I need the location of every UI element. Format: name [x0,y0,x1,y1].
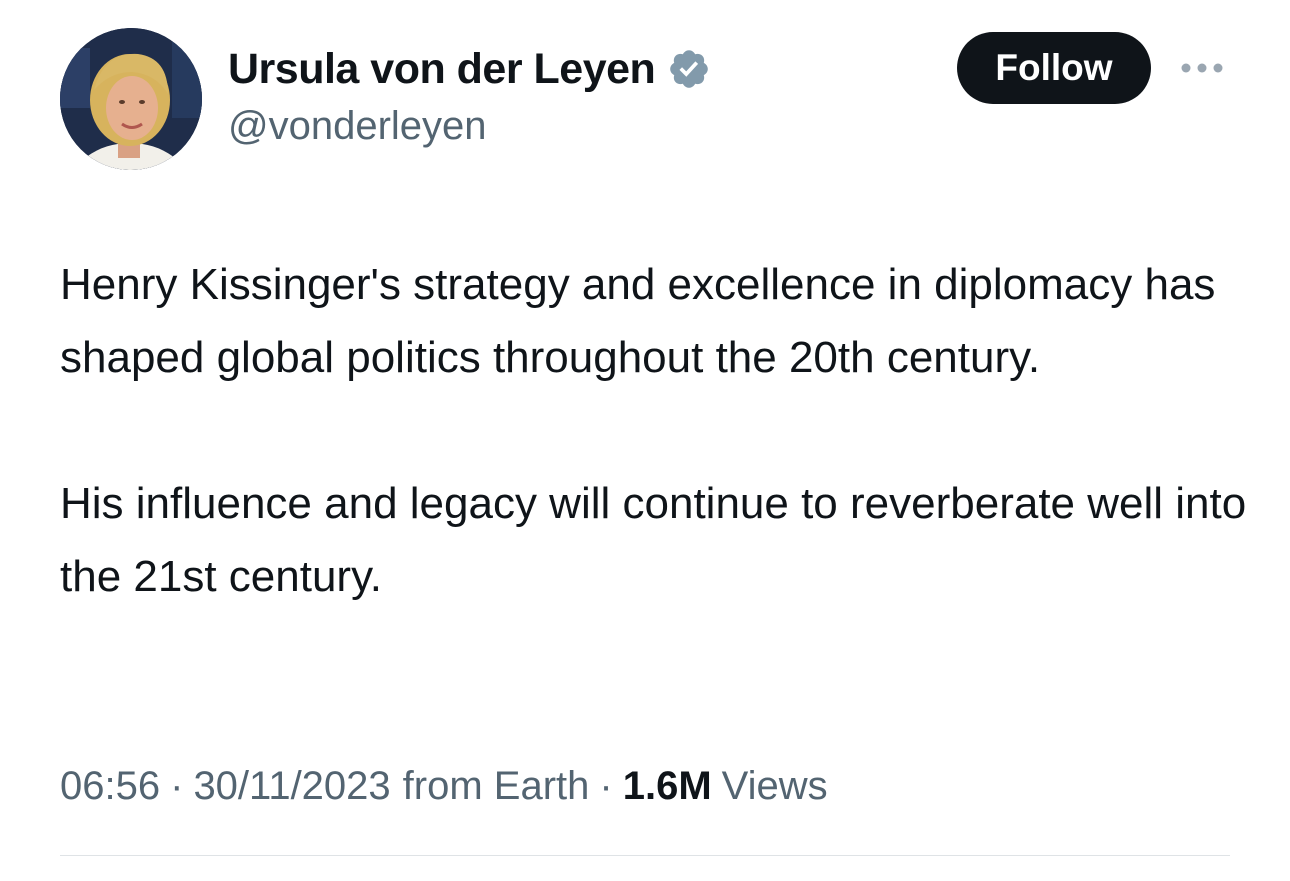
tweet-meta: 06:56 · 30/11/2023 from Earth · 1.6M Vie… [60,764,828,809]
more-options-icon[interactable] [1176,50,1228,86]
author-display-name[interactable]: Ursula von der Leyen [228,45,656,94]
views-label: Views [721,764,828,808]
tweet-paragraph: His influence and legacy will continue t… [60,479,1247,601]
author-handle[interactable]: @vonderleyen [228,104,711,149]
verified-badge-icon[interactable] [667,47,711,91]
views-count[interactable]: 1.6M [623,764,712,809]
avatar-image [60,28,202,170]
follow-button[interactable]: Follow [957,32,1151,104]
meta-separator: · [170,764,184,808]
tweet-source: from Earth [402,764,590,808]
avatar[interactable] [60,28,202,170]
tweet-date[interactable]: 30/11/2023 [193,764,390,809]
meta-separator: · [599,764,613,808]
tweet-text: Henry Kissinger's strategy and excellenc… [60,248,1250,613]
divider [60,855,1230,856]
display-name-row: Ursula von der Leyen [228,44,711,94]
tweet-header: Ursula von der Leyen @vonderleyen Follow [60,28,1230,170]
tweet-time[interactable]: 06:56 [60,764,160,809]
author-info: Ursula von der Leyen @vonderleyen [228,44,711,149]
tweet-paragraph: Henry Kissinger's strategy and excellenc… [60,260,1216,382]
